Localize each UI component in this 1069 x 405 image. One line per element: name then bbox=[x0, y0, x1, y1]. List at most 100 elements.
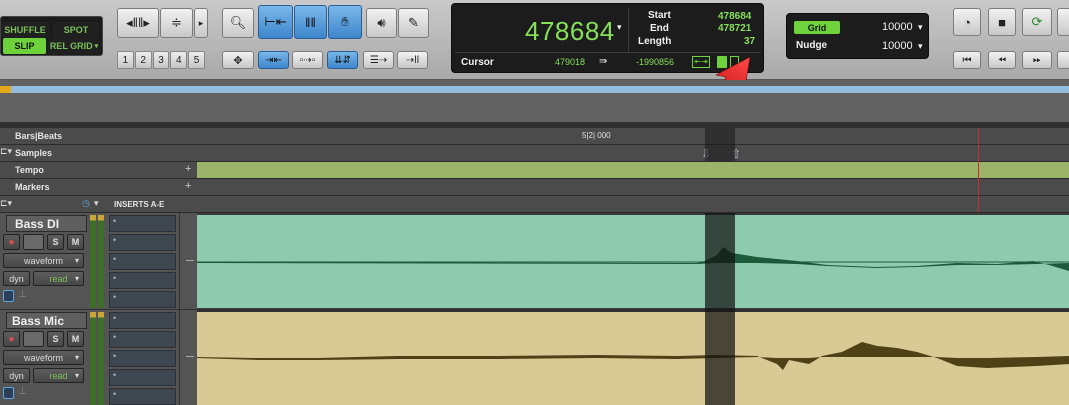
length-value[interactable]: 37 bbox=[744, 36, 755, 47]
ruler-samples[interactable]: ⊏▾ Samples ⇩ ⇧ bbox=[0, 145, 1069, 162]
link-arrows-icon: ⇥⇤ bbox=[265, 54, 282, 66]
zoom-arrow-button[interactable]: ▸ bbox=[194, 8, 208, 38]
chevron-down-icon: ▾ bbox=[74, 353, 79, 362]
stop-button[interactable]: ■ bbox=[988, 8, 1016, 36]
link-timeline-button[interactable]: ⇥⇤ bbox=[258, 51, 289, 69]
shuffle-mode-button[interactable]: SHUFFLE bbox=[1, 22, 49, 38]
pencil-tool-button[interactable]: ✎ bbox=[398, 8, 429, 38]
ruler-markers[interactable]: Markers + bbox=[0, 179, 1069, 196]
online-button[interactable]: ◔ bbox=[953, 8, 981, 36]
audio-clip-bass-mic[interactable] bbox=[197, 312, 1069, 405]
selector-tool-button[interactable]: ǁǁ bbox=[294, 5, 327, 39]
insert-slot-e[interactable] bbox=[109, 291, 176, 308]
insert-slot-c[interactable] bbox=[109, 253, 176, 270]
automation-mode-label: read bbox=[49, 370, 68, 381]
automation-type-button[interactable]: dyn bbox=[3, 271, 30, 286]
nudge-value[interactable]: 10000 bbox=[882, 40, 913, 52]
add-marker-icon[interactable]: + bbox=[185, 180, 191, 192]
trim-tool-button[interactable]: ⊢⇤ bbox=[258, 5, 293, 39]
inserts-header: INSERTS A-E bbox=[114, 200, 165, 209]
main-counter[interactable]: 478684 bbox=[525, 16, 615, 47]
return-to-zero-button[interactable]: ⏮︎ bbox=[953, 51, 981, 69]
spot-mode-button[interactable]: SPOT bbox=[53, 22, 99, 38]
mute-button[interactable]: M bbox=[67, 331, 84, 347]
timeline-selection[interactable] bbox=[705, 213, 735, 405]
universe-view-strip[interactable] bbox=[0, 86, 1069, 93]
insert-slot-a[interactable] bbox=[109, 312, 176, 329]
universe-position-marker[interactable] bbox=[0, 86, 11, 93]
grabber-tool-button[interactable]: ✋︎ bbox=[328, 5, 362, 39]
automation-mode-selector[interactable]: read ▾ bbox=[33, 368, 84, 383]
link-track-edit-button[interactable]: ▫⇢▫ bbox=[292, 51, 323, 69]
nudge-label[interactable]: Nudge bbox=[796, 40, 827, 51]
transport-more-button[interactable] bbox=[1057, 8, 1069, 36]
tab-to-transient-button[interactable]: ⇢ǀǀ bbox=[397, 51, 428, 69]
grid-value[interactable]: 10000 bbox=[882, 21, 913, 33]
clock-icon[interactable]: ◷ bbox=[82, 198, 90, 209]
vertical-zoom-button[interactable]: ≑ bbox=[160, 8, 193, 38]
insert-slot-a[interactable] bbox=[109, 215, 176, 232]
edit-mode-panel: SHUFFLE SPOT SLIP REL GRID ▾ bbox=[0, 16, 103, 56]
playlist-icon[interactable]: ⊥ bbox=[18, 386, 27, 397]
track-name[interactable]: Bass DI bbox=[15, 217, 59, 231]
smart-tool-button[interactable]: ✥ bbox=[222, 51, 254, 69]
track-view-selector[interactable]: waveform ▾ bbox=[3, 350, 84, 365]
rewind-button[interactable]: ⏪︎ bbox=[988, 51, 1016, 69]
add-tempo-icon[interactable]: + bbox=[185, 163, 191, 175]
tempo-ruler-lane[interactable] bbox=[197, 162, 1069, 178]
ruler-bars-beats[interactable]: Bars|Beats 5|2| 000 bbox=[0, 128, 1069, 145]
chevron-down-icon[interactable]: ▾ bbox=[94, 198, 99, 209]
scrubber-tool-button[interactable]: 🔊︎ bbox=[366, 8, 397, 38]
input-monitor-button[interactable] bbox=[23, 234, 44, 250]
ruler-menu-icon[interactable]: ⊏▾ bbox=[0, 146, 12, 157]
end-value[interactable]: 478721 bbox=[718, 23, 751, 34]
insertion-follows-playback-button[interactable]: ⇊⇵ bbox=[327, 51, 358, 69]
play-button[interactable]: ⟳ bbox=[1022, 8, 1052, 36]
track-name-box[interactable]: Bass Mic bbox=[6, 312, 87, 329]
fast-forward-button[interactable]: ⏩︎ bbox=[1022, 51, 1052, 69]
insert-slot-d[interactable] bbox=[109, 369, 176, 386]
insert-slot-e[interactable] bbox=[109, 388, 176, 405]
zoom-preset-4[interactable]: 4 bbox=[170, 51, 188, 69]
horizontal-zoom-button[interactable]: ◂ǁǁ▸ bbox=[117, 8, 159, 38]
zoom-preset-3[interactable]: 3 bbox=[152, 51, 170, 69]
waveform-zoom-icon: ◂ǁǁ▸ bbox=[126, 15, 150, 30]
zoom-preset-5[interactable]: 5 bbox=[188, 51, 205, 69]
track-name[interactable]: Bass Mic bbox=[12, 314, 64, 328]
track-list-menu-icon[interactable]: ⊏▾ bbox=[0, 198, 12, 209]
ruler-tempo[interactable]: Tempo + bbox=[0, 162, 1069, 179]
start-value[interactable]: 478684 bbox=[718, 11, 751, 22]
track-view-label: waveform bbox=[23, 255, 63, 266]
insert-slot-c[interactable] bbox=[109, 350, 176, 367]
grid-toggle-button[interactable]: Grid bbox=[794, 21, 840, 34]
rel-grid-mode-button[interactable]: REL GRID ▾ bbox=[48, 38, 100, 54]
chevron-down-icon[interactable]: ▾ bbox=[918, 41, 923, 52]
record-enable-button[interactable]: ● bbox=[3, 331, 20, 347]
bar-marker-label: 5|2| 000 bbox=[582, 131, 611, 140]
solo-button[interactable]: S bbox=[47, 234, 64, 250]
insert-slot-b[interactable] bbox=[109, 234, 176, 251]
insert-slot-d[interactable] bbox=[109, 272, 176, 289]
timebase-icon[interactable] bbox=[3, 290, 14, 302]
playlist-icon[interactable]: ⊥ bbox=[18, 289, 27, 300]
timebase-icon[interactable] bbox=[3, 387, 14, 399]
slip-mode-button[interactable]: SLIP bbox=[3, 38, 46, 54]
go-to-end-button[interactable] bbox=[1057, 51, 1069, 69]
zoomer-tool-button[interactable]: 🔍︎ bbox=[222, 8, 254, 38]
zoom-preset-1[interactable]: 1 bbox=[117, 51, 134, 69]
automation-type-button[interactable]: dyn bbox=[3, 368, 30, 383]
chevron-down-icon[interactable]: ▾ bbox=[918, 22, 923, 33]
track-view-selector[interactable]: waveform ▾ bbox=[3, 253, 84, 268]
solo-button[interactable]: S bbox=[47, 331, 64, 347]
automation-mode-selector[interactable]: read ▾ bbox=[33, 271, 84, 286]
chevron-down-icon: ▾ bbox=[74, 256, 79, 265]
zoom-preset-2[interactable]: 2 bbox=[134, 51, 152, 69]
mute-button[interactable]: M bbox=[67, 234, 84, 250]
record-enable-button[interactable]: ● bbox=[3, 234, 20, 250]
audio-clip-bass-di[interactable] bbox=[197, 215, 1069, 308]
input-monitor-button[interactable] bbox=[23, 331, 44, 347]
mirror-midi-button[interactable]: ☰⇢ bbox=[363, 51, 394, 69]
insert-slot-b[interactable] bbox=[109, 331, 176, 348]
counter-dropdown-icon[interactable]: ▾ bbox=[617, 22, 622, 33]
track-name-box[interactable]: Bass DI bbox=[6, 215, 87, 232]
